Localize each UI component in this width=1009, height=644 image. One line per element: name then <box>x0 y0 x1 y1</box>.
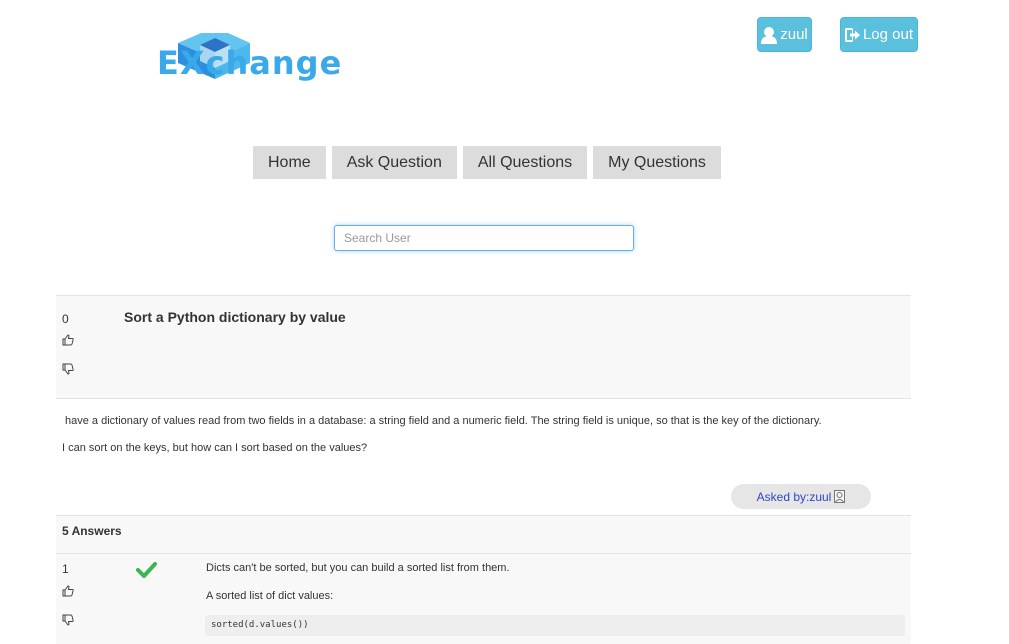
thumbs-down-icon[interactable] <box>62 614 74 626</box>
user-outline-icon <box>834 490 846 503</box>
thumbs-up-icon[interactable] <box>62 585 74 597</box>
question-body-paragraph: I can sort on the keys, but how can I so… <box>62 442 368 454</box>
search-user-input[interactable] <box>334 225 634 251</box>
main-nav: Home Ask Question All Questions My Quest… <box>253 146 721 179</box>
logo-text: EXchange <box>157 44 343 82</box>
question-body-paragraph: have a dictionary of values read from tw… <box>65 415 822 427</box>
answer-item: 1 Dicts can't be sorted, but you can bui… <box>56 554 911 644</box>
nav-ask-question[interactable]: Ask Question <box>331 146 457 179</box>
nav-all-questions[interactable]: All Questions <box>462 146 588 179</box>
user-profile-button[interactable]: zuul <box>757 17 812 52</box>
logout-icon <box>844 27 860 42</box>
user-icon <box>761 26 778 44</box>
answer-text: A sorted list of dict values: <box>206 590 334 602</box>
user-name-label: zuul <box>780 26 808 43</box>
answer-text: Dicts can't be sorted, but you can build… <box>206 562 510 574</box>
logout-label: Log out <box>862 26 914 43</box>
answer-code-block: sorted(d.values()) <box>205 615 905 636</box>
logout-button[interactable]: Log out <box>840 17 918 52</box>
question-title[interactable]: Sort a Python dictionary by value <box>124 309 346 325</box>
asked-by-badge[interactable]: Asked by:zuul <box>731 484 871 509</box>
question-header: 0 Sort a Python dictionary by value <box>56 295 911 399</box>
answer-vote-count: 1 <box>62 562 69 576</box>
nav-my-questions[interactable]: My Questions <box>593 146 721 179</box>
accepted-check-icon <box>136 562 157 578</box>
asked-by-label: Asked by:zuul <box>756 489 832 504</box>
thumbs-up-icon[interactable] <box>62 334 74 346</box>
answers-count-header: 5 Answers <box>56 515 911 554</box>
thumbs-down-icon[interactable] <box>62 363 74 375</box>
nav-home[interactable]: Home <box>253 146 326 179</box>
question-vote-count: 0 <box>62 312 69 326</box>
